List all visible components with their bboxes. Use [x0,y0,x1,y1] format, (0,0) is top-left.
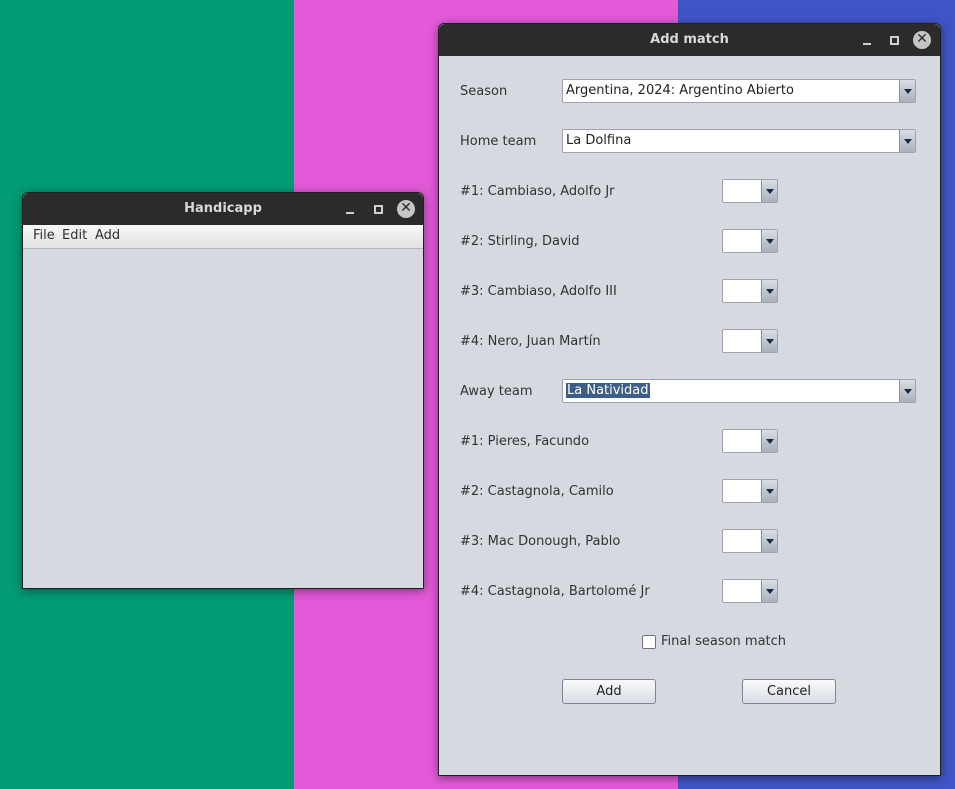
away-player-1-label: #1: Pieres, Facundo [460,434,590,449]
home-team-value: La Dolfina [566,133,632,148]
chevron-down-icon[interactable] [899,80,915,102]
chevron-down-icon[interactable] [761,480,777,502]
maximize-icon[interactable] [370,201,386,217]
add-match-titlebar[interactable]: Add match ✕ [439,24,940,56]
handicapp-window: Handicapp ✕ File Edit Add [22,192,424,589]
home-player-3-label: #3: Cambiaso, Adolfo III [460,284,617,299]
season-label: Season [460,84,508,99]
chevron-down-icon[interactable] [899,380,915,402]
menu-bar: File Edit Add [23,225,423,249]
close-icon[interactable]: ✕ [397,200,415,218]
away-team-select[interactable]: La Natividad [562,379,916,403]
maximize-icon[interactable] [886,32,902,48]
minimize-icon[interactable] [342,201,358,217]
home-player-4-handicap-select[interactable] [722,329,778,353]
chevron-down-icon[interactable] [761,430,777,452]
home-player-2-handicap-select[interactable] [722,229,778,253]
chevron-down-icon[interactable] [761,530,777,552]
home-player-2-label: #2: Stirling, David [460,234,580,249]
season-select[interactable]: Argentina, 2024: Argentino Abierto [562,79,916,103]
chevron-down-icon[interactable] [761,580,777,602]
final-season-label[interactable]: Final season match [661,634,786,649]
away-player-3-label: #3: Mac Donough, Pablo [460,534,621,549]
away-team-label: Away team [460,384,533,399]
away-player-3-handicap-select[interactable] [722,529,778,553]
home-team-label: Home team [460,134,537,149]
final-season-checkbox[interactable] [642,635,656,649]
away-player-4-label: #4: Castagnola, Bartolomé Jr [460,584,650,599]
window-title: Handicapp [184,201,262,216]
away-player-1-handicap-select[interactable] [722,429,778,453]
menu-file[interactable]: File [33,228,55,243]
home-player-1-handicap-select[interactable] [722,179,778,203]
minimize-icon[interactable] [859,32,875,48]
home-team-select[interactable]: La Dolfina [562,129,916,153]
menu-add[interactable]: Add [95,228,120,243]
chevron-down-icon[interactable] [761,280,777,302]
home-player-4-label: #4: Nero, Juan Martín [460,334,601,349]
away-player-2-handicap-select[interactable] [722,479,778,503]
away-player-4-handicap-select[interactable] [722,579,778,603]
chevron-down-icon[interactable] [761,330,777,352]
close-icon[interactable]: ✕ [913,31,931,49]
menu-edit[interactable]: Edit [62,228,87,243]
add-match-dialog: Add match ✕ Season Argentina, 2024: Arge… [438,23,941,776]
away-player-2-label: #2: Castagnola, Camilo [460,484,614,499]
add-button[interactable]: Add [562,679,656,704]
away-team-value: La Natividad [566,383,650,398]
chevron-down-icon[interactable] [899,130,915,152]
home-player-3-handicap-select[interactable] [722,279,778,303]
season-value: Argentina, 2024: Argentino Abierto [566,83,794,98]
cancel-button[interactable]: Cancel [742,679,836,704]
handicapp-titlebar[interactable]: Handicapp ✕ [23,193,423,225]
chevron-down-icon[interactable] [761,230,777,252]
chevron-down-icon[interactable] [761,180,777,202]
home-player-1-label: #1: Cambiaso, Adolfo Jr [460,184,615,199]
